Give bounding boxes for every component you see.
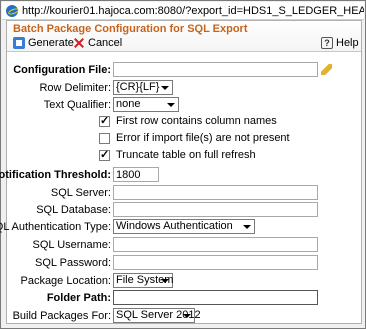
sql-username-row: SQL Username: [7,237,363,255]
folder-path-input[interactable] [113,290,318,305]
generate-label: Generate [28,37,74,49]
title-bar: http://kourier01.hajoca.com:8080/?export… [2,2,364,20]
package-location-select[interactable]: File System [113,273,173,288]
sql-server-label: SQL Server: [50,187,111,199]
notification-threshold-row: Notification Threshold: [0,167,363,185]
notification-threshold-label: Notification Threshold: [0,169,111,181]
first-row-names-label: First row contains column names [116,115,277,127]
edit-pencil-icon[interactable] [321,64,332,75]
sql-password-label: SQL Password: [34,257,111,269]
help-button[interactable]: ? Help [321,37,359,49]
cancel-button[interactable]: Cancel [73,37,122,49]
panel-header: Batch Package Configuration for SQL Expo… [7,21,361,52]
generate-icon [13,37,25,49]
browser-popup-window: http://kourier01.hajoca.com:8080/?export… [0,0,366,329]
window-bottom-edge [2,324,364,328]
window-url: http://kourier01.hajoca.com:8080/?export… [21,4,364,17]
text-qualifier-select[interactable]: none [113,97,179,112]
help-icon: ? [321,37,333,49]
sql-username-input[interactable] [113,237,318,252]
sql-auth-type-label: SQL Authentication Type: [0,221,111,233]
error-if-missing-option[interactable]: Error if import file(s) are not present [99,132,290,144]
truncate-table-label: Truncate table on full refresh [116,149,256,161]
text-qualifier-value: none [116,98,141,110]
package-location-value: File System [116,274,174,286]
sql-password-input[interactable] [113,255,318,270]
package-location-label: Package Location: [20,275,111,287]
truncate-table-option[interactable]: Truncate table on full refresh [99,148,256,161]
build-packages-for-value: SQL Server 2012 [116,309,201,321]
text-qualifier-row: Text Qualifier: none [7,97,363,115]
package-location-row: Package Location: File System [7,273,363,291]
folder-path-label: Folder Path: [46,292,111,304]
sql-database-row: SQL Database: [7,202,363,220]
config-panel: Batch Package Configuration for SQL Expo… [0,20,363,324]
internet-explorer-icon [6,4,18,17]
sql-server-row: SQL Server: [7,185,363,203]
sql-database-label: SQL Database: [36,204,111,216]
close-icon [73,37,85,49]
text-qualifier-label: Text Qualifier: [43,99,111,111]
sql-server-input[interactable] [113,185,318,200]
first-row-names-option[interactable]: First row contains column names [99,114,277,127]
row-delimiter-row: Row Delimiter: {CR}{LF} [7,80,363,98]
sql-auth-type-row: SQL Authentication Type: Windows Authent… [0,219,363,237]
sql-auth-type-select[interactable]: Windows Authentication [113,219,255,234]
help-label: Help [336,37,359,49]
config-file-row: Configuration File: [7,62,363,80]
first-row-names-checkbox[interactable] [99,114,110,127]
notification-threshold-input[interactable] [113,167,159,182]
truncate-table-checkbox[interactable] [99,148,110,161]
folder-path-row: Folder Path: [7,290,363,308]
error-if-missing-label: Error if import file(s) are not present [116,132,290,144]
config-file-label: Configuration File: [13,64,111,76]
sql-database-input[interactable] [113,202,318,217]
page-title: Batch Package Configuration for SQL Expo… [13,23,248,35]
sql-password-row: SQL Password: [7,255,363,273]
generate-button[interactable]: Generate [13,37,74,49]
sql-username-label: SQL Username: [32,239,111,251]
config-file-input[interactable] [113,62,318,77]
row-delimiter-value: {CR}{LF} [116,81,160,93]
cancel-label: Cancel [88,37,123,49]
build-packages-for-select[interactable]: SQL Server 2012 [113,308,201,323]
sql-auth-type-value: Windows Authentication [116,220,233,232]
build-packages-for-label: Build Packages For: [12,310,111,322]
error-if-missing-checkbox[interactable] [99,132,110,144]
row-delimiter-select[interactable]: {CR}{LF} [113,80,173,95]
row-delimiter-label: Row Delimiter: [39,82,111,94]
